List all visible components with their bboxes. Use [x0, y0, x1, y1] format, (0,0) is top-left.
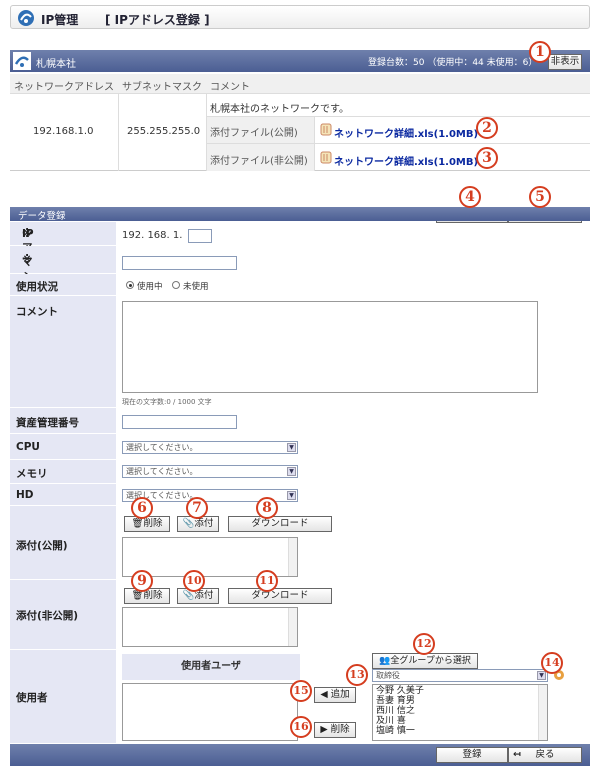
status-unused-label: 未使用 [183, 282, 209, 292]
site-logo-icon [13, 52, 31, 70]
status-unused-radio[interactable] [172, 281, 180, 289]
label-asset: 資産管理番号 [10, 408, 116, 434]
chevron-down-icon: ▼ [287, 443, 296, 452]
marker-8: 8 [256, 497, 278, 519]
list-item[interactable]: 吾妻 育男 [376, 696, 544, 706]
label-hd: HD [10, 484, 116, 506]
col-network-address: ネットワークアドレス [14, 82, 114, 93]
ip-table-body: 192.168.1.0 255.255.255.0 札幌本社のネットワークです。… [10, 94, 590, 171]
public-attach-label: 添付ファイル(公開) [210, 128, 298, 139]
form-section-title: データ登録 [18, 211, 66, 222]
chevron-down-icon: ▼ [287, 467, 296, 476]
network-address: 192.168.1.0 [33, 126, 94, 137]
marker-4: 4 [459, 186, 481, 208]
list-item[interactable]: 今野 久美子 [376, 686, 544, 696]
marker-5: 5 [529, 186, 551, 208]
marker-2: 2 [476, 117, 498, 139]
list-item[interactable]: 塩崎 慎一 [376, 726, 544, 736]
back-button-bottom[interactable]: ↤ 戻る [508, 747, 582, 763]
private-file-link[interactable]: ネットワーク詳細.xls(1.0MB) [334, 153, 478, 168]
public-delete-button[interactable]: 🗑削除 [124, 516, 170, 532]
marker-7: 7 [186, 497, 208, 519]
public-file-link[interactable]: ネットワーク詳細.xls(1.0MB) [334, 125, 478, 140]
register-button-bottom[interactable]: 登録 [436, 747, 508, 763]
back-arrow-icon: ↤ [513, 749, 521, 760]
marker-14: 14 [541, 652, 563, 674]
label-public-attach: 添付(公開) [10, 506, 116, 580]
network-comment: 札幌本社のネットワークです。 [210, 104, 349, 115]
app-title: IP管理 [41, 13, 79, 27]
asset-number-input[interactable] [122, 415, 237, 429]
group-select[interactable]: 取締役 ▼ [372, 669, 548, 682]
char-count: 現在の文字数:0 / 1000 文字 [122, 398, 212, 406]
status-in-use-radio[interactable] [126, 281, 134, 289]
form-section-header: データ登録 [10, 207, 590, 222]
site-stats: 登録台数：50 （使用中：44 未使用：6） [368, 58, 538, 68]
comment-textarea[interactable] [122, 301, 538, 393]
marker-11: 11 [256, 570, 278, 592]
machine-name-input[interactable] [122, 256, 237, 270]
label-cpu: CPU [10, 434, 116, 460]
marker-10: 10 [183, 570, 205, 592]
ip-prefix: 192. 168. 1. [122, 230, 183, 241]
label-ip: IPアドレス ※ [10, 222, 116, 299]
group-select-button[interactable]: 👥全グループから選択 [372, 653, 478, 669]
status-in-use-label: 使用中 [137, 282, 163, 292]
chevron-down-icon: ▼ [537, 671, 546, 680]
label-users: 使用者 [10, 650, 116, 744]
label-private-attach: 添付(非公開) [10, 580, 116, 650]
col-comment: コメント [210, 82, 250, 93]
ip-last-octet-input[interactable] [188, 229, 212, 243]
clip-icon [320, 123, 332, 136]
marker-16: 16 [290, 716, 312, 738]
ip-table-header: ネットワークアドレス サブネットマスク コメント [10, 74, 590, 94]
site-name: 札幌本社 [36, 59, 76, 70]
list-item[interactable]: 及川 喜 [376, 716, 544, 726]
hide-button[interactable]: 非表示 [548, 54, 582, 70]
site-header: 札幌本社 登録台数：50 （使用中：44 未使用：6） [10, 50, 590, 72]
candidate-list[interactable]: 今野 久美子 吾妻 育男 西川 信之 及川 喜 塩崎 慎一 [372, 684, 548, 741]
label-machine: マシン名 ※ [10, 246, 116, 313]
marker-13: 13 [346, 664, 368, 686]
clip-icon: 📎 [182, 518, 195, 529]
trash-icon: 🗑 [131, 518, 144, 529]
subnet-mask: 255.255.255.0 [127, 126, 201, 137]
marker-9: 9 [131, 570, 153, 592]
label-memory: メモリ [10, 460, 116, 484]
public-download-button[interactable]: ダウンロード [228, 516, 332, 532]
title-bar: IP管理 [ IPアドレス登録 ] [10, 5, 590, 29]
marker-12: 12 [413, 633, 435, 655]
marker-15: 15 [290, 680, 312, 702]
add-user-button[interactable]: ◀ 追加 [314, 687, 356, 703]
label-comment: コメント [10, 296, 116, 408]
memory-select[interactable]: 選択してください。 ▼ [122, 465, 298, 478]
marker-6: 6 [131, 497, 153, 519]
label-status: 使用状況 [10, 274, 116, 296]
remove-user-button[interactable]: ▶ 削除 [314, 722, 356, 738]
cpu-select[interactable]: 選択してください。 ▼ [122, 441, 298, 454]
chevron-down-icon: ▼ [287, 491, 296, 500]
private-attach-label: 添付ファイル(非公開) [210, 156, 308, 167]
app-logo-icon [18, 10, 34, 26]
marker-3: 3 [476, 147, 498, 169]
marker-1: 1 [529, 41, 551, 63]
page-title: [ IPアドレス登録 ] [105, 13, 210, 27]
col-subnet-mask: サブネットマスク [122, 82, 202, 93]
group-icon: 👥 [379, 656, 391, 666]
user-list[interactable] [122, 683, 298, 741]
list-item[interactable]: 西川 信之 [376, 706, 544, 716]
clip-icon [320, 151, 332, 164]
private-download-button[interactable]: ダウンロード [228, 588, 332, 604]
private-file-list[interactable] [122, 607, 298, 647]
user-list-header: 使用者ユーザ [122, 654, 300, 680]
